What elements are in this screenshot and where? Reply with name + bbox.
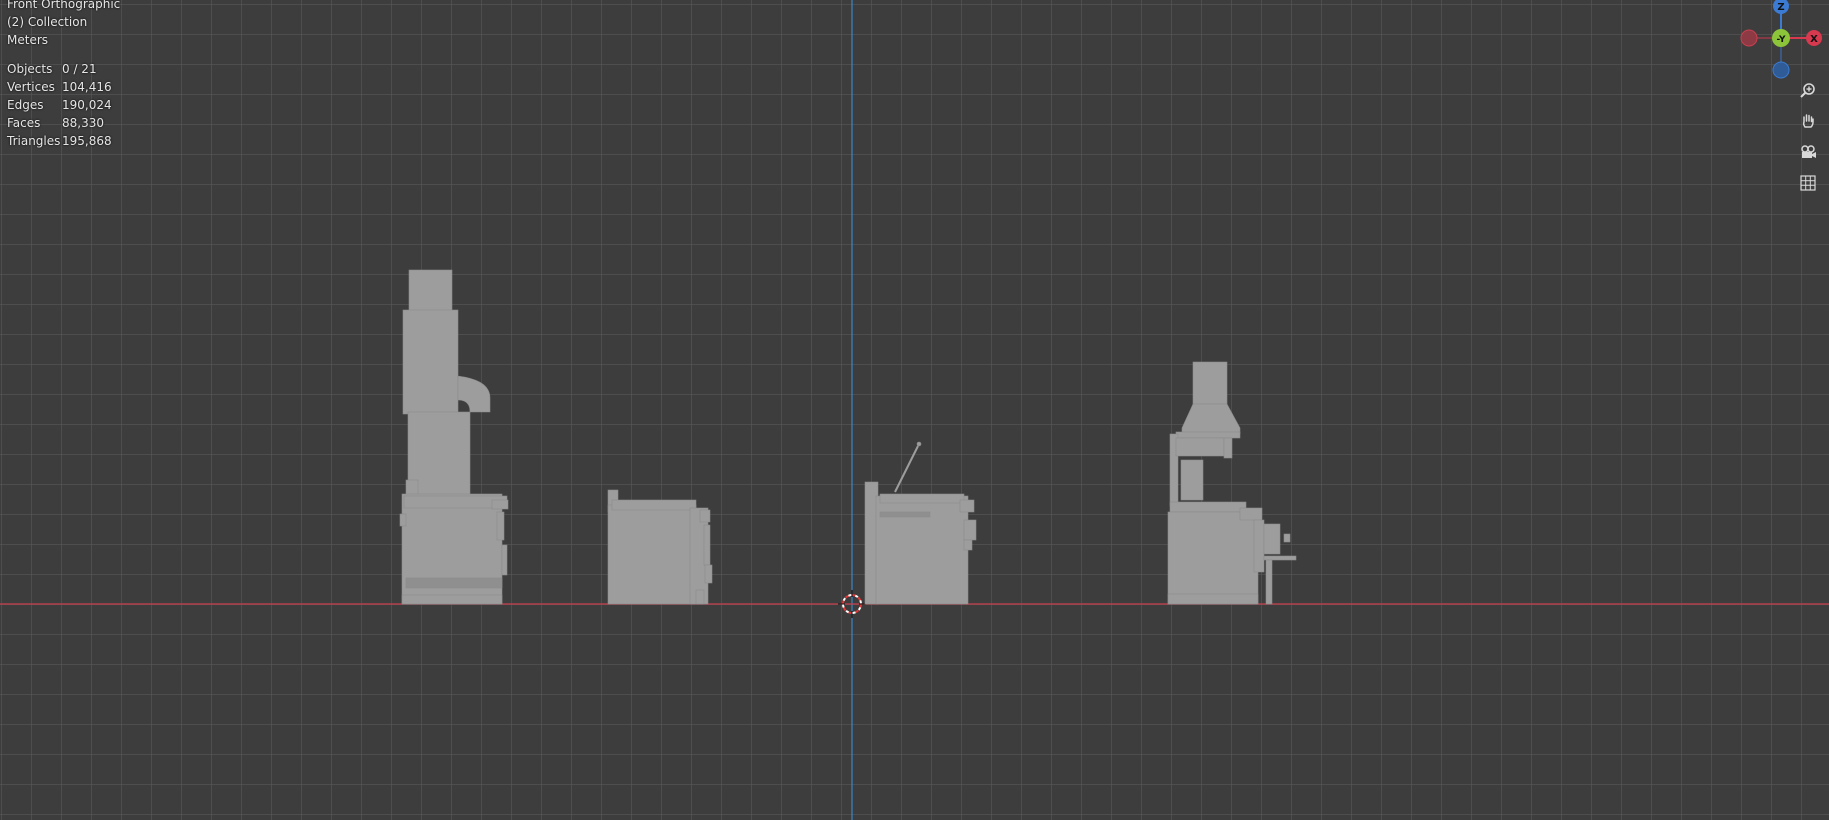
stat-label: Edges <box>7 98 44 112</box>
stat-value: 0 / 21 <box>62 62 97 76</box>
stat-label: Vertices <box>7 80 55 94</box>
stat-row-faces: Faces 88,330 <box>7 114 112 132</box>
stat-value: 195,868 <box>62 134 112 148</box>
gizmo-neg-z-axis[interactable] <box>1772 61 1790 79</box>
orthographic-grid-icon[interactable] <box>1795 170 1821 196</box>
stove-object-1[interactable] <box>399 269 509 605</box>
gizmo-neg-x-axis[interactable] <box>1740 29 1758 47</box>
stat-label: Faces <box>7 116 41 130</box>
scene-canvas <box>0 0 1829 820</box>
view-name-label: Front Orthographic <box>7 0 121 11</box>
gizmo-z-label: Z <box>1777 2 1784 13</box>
gizmo-y-label: -Y <box>1777 35 1786 45</box>
camera-view-icon[interactable] <box>1795 139 1821 165</box>
stat-label: Objects <box>7 62 53 76</box>
stat-row-vertices: Vertices 104,416 <box>7 78 112 96</box>
stat-row-edges: Edges 190,024 <box>7 96 112 114</box>
stove-object-2[interactable] <box>607 489 713 605</box>
stat-value: 190,024 <box>62 98 112 112</box>
collection-label: (2) Collection <box>7 15 88 29</box>
zoom-icon[interactable] <box>1795 78 1821 104</box>
navigation-gizmo[interactable]: Z X -Y <box>1730 0 1829 82</box>
3d-viewport[interactable]: Front Orthographic (2) Collection Meters… <box>0 0 1829 820</box>
stat-value: 104,416 <box>62 80 112 94</box>
stove-object-3[interactable] <box>864 441 977 605</box>
stat-row-triangles: Triangles 195,868 <box>7 132 112 150</box>
pan-hand-icon[interactable] <box>1795 108 1821 134</box>
gizmo-x-label: X <box>1810 34 1818 45</box>
stove-object-4[interactable] <box>1167 361 1297 605</box>
stat-row-objects: Objects 0 / 21 <box>7 60 112 78</box>
units-label: Meters <box>7 33 49 47</box>
stat-value: 88,330 <box>62 116 104 130</box>
stat-label: Triangles <box>7 134 61 148</box>
scene-statistics: Objects 0 / 21 Vertices 104,416 Edges 19… <box>7 60 112 150</box>
